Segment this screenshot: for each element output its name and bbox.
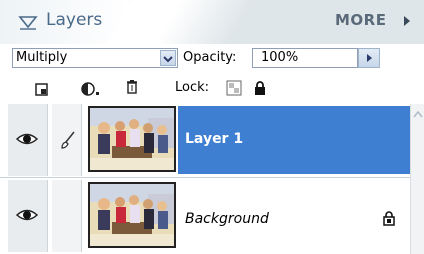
layer-row-layer-1[interactable]: Layer 1	[0, 104, 410, 178]
row-divider	[0, 177, 410, 178]
panel-title: Layers	[46, 10, 103, 30]
lock-transparency-icon[interactable]	[226, 80, 242, 96]
eye-icon[interactable]	[16, 208, 38, 222]
eye-icon[interactable]	[16, 132, 38, 146]
opacity-input[interactable]: 100%	[252, 48, 358, 68]
vertical-scrollbar[interactable]	[410, 104, 424, 254]
layer-thumbnail[interactable]	[88, 106, 176, 172]
layer-name[interactable]: Background	[185, 211, 269, 227]
lock-all-icon[interactable]	[252, 80, 268, 96]
lock-icon	[383, 211, 395, 226]
opacity-slider-button[interactable]	[358, 48, 380, 68]
blend-mode-value: Multiply	[16, 50, 68, 65]
blend-mode-select[interactable]: Multiply	[12, 48, 178, 68]
panel-header: Layers MORE	[0, 0, 424, 44]
layer-link-cell[interactable]	[52, 104, 82, 176]
opacity-value: 100%	[261, 50, 299, 65]
layer-name[interactable]: Layer 1	[185, 131, 243, 147]
layer-thumbnail[interactable]	[88, 182, 176, 248]
scroll-up-icon[interactable]	[413, 110, 423, 118]
opacity-label: Opacity:	[183, 50, 237, 65]
more-button[interactable]: MORE	[335, 11, 386, 29]
more-arrow-icon[interactable]	[402, 14, 412, 28]
header-decoration	[107, 0, 253, 44]
visibility-toggle[interactable]	[8, 104, 48, 176]
collapse-triangle-icon[interactable]	[18, 14, 38, 30]
layer-link-cell[interactable]	[52, 180, 82, 252]
trash-icon[interactable]	[124, 79, 140, 95]
layer-row-background[interactable]: Background	[0, 180, 410, 252]
chevron-down-icon[interactable]	[160, 50, 176, 66]
lock-label: Lock:	[175, 80, 210, 95]
layers-panel: Layers MORE Multiply Opacity: 100% Lock:	[0, 0, 424, 254]
adjustment-layer-icon[interactable]	[80, 81, 102, 97]
new-layer-icon[interactable]	[34, 81, 50, 97]
visibility-toggle[interactable]	[8, 180, 48, 252]
brush-icon	[61, 131, 75, 149]
layers-list: Layer 1 Background	[0, 104, 410, 254]
